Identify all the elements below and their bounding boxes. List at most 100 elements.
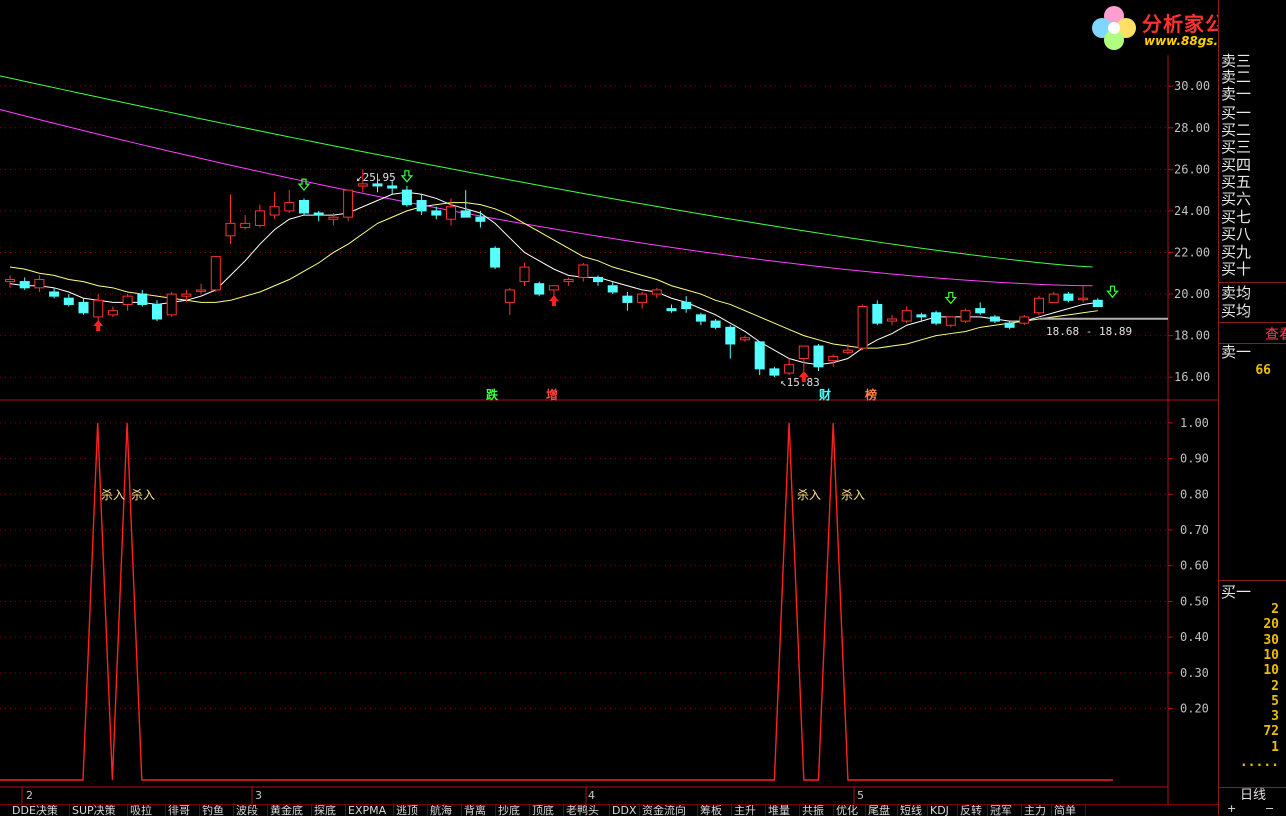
event-marker[interactable]: 榜: [865, 386, 877, 403]
high-price-annotation: ↙25.95: [356, 171, 396, 184]
candle-body: [931, 312, 942, 324]
indicator-tab[interactable]: 冠军: [988, 805, 1022, 816]
candle-body: [960, 310, 971, 322]
candle-body: [578, 264, 589, 278]
candle-body: [5, 279, 15, 283]
candle-body: [740, 337, 750, 341]
candle-body: [989, 316, 1000, 322]
indicator-tab[interactable]: DDE决策: [10, 805, 70, 816]
indicator-tick-label: 0.40: [1180, 630, 1209, 644]
indicator-tick-label: 0.50: [1180, 594, 1209, 608]
indicator-tab[interactable]: 简单: [1052, 805, 1086, 816]
candle-body: [975, 308, 986, 314]
flower-logo-icon: [1092, 6, 1136, 50]
buy-9-label: 买九: [1221, 243, 1252, 261]
candle-body: [254, 210, 265, 226]
indicator-tab[interactable]: 逃顶: [394, 805, 428, 816]
candle-body: [1034, 297, 1044, 314]
candle-body: [945, 316, 956, 326]
indicator-tab[interactable]: 徘哥: [166, 805, 200, 816]
queue-qty: 10: [1263, 647, 1279, 663]
event-marker[interactable]: 增: [546, 386, 558, 403]
ma-fast-line: [9, 191, 1098, 366]
indicator-tab[interactable]: 优化: [834, 805, 866, 816]
candle-body: [784, 364, 795, 374]
candle-body: [328, 216, 339, 220]
indicator-tab[interactable]: 黄金底: [268, 805, 312, 816]
buy-4-label: 买四: [1221, 156, 1252, 174]
indicator-tab[interactable]: 波段: [234, 805, 268, 816]
zoom-in-button[interactable]: +: [1227, 803, 1236, 814]
price-range-annotation: 18.68 - 18.89: [1046, 325, 1133, 338]
queue-qty: 72: [1263, 724, 1279, 740]
candle-body: [887, 318, 897, 322]
candle-body: [534, 283, 545, 295]
candle-body: [813, 345, 824, 368]
queue-qty: 10: [1263, 663, 1279, 679]
indicator-tab[interactable]: 主力: [1022, 805, 1052, 816]
candle-body: [284, 202, 295, 212]
queue-qty: 1: [1271, 739, 1279, 755]
indicator-tab[interactable]: 顶底: [530, 805, 564, 816]
queue-qty: 2: [1271, 602, 1279, 617]
zoom-out-button[interactable]: −: [1265, 803, 1274, 814]
indicator-tick-label: 0.80: [1180, 487, 1209, 501]
indicator-tab[interactable]: 航海: [428, 805, 462, 816]
indicator-tab[interactable]: DDX: [610, 805, 640, 816]
indicator-tab[interactable]: 老鸭头: [564, 805, 610, 816]
indicator-tab[interactable]: 共振: [800, 805, 834, 816]
indicator-tab[interactable]: 探底: [312, 805, 346, 816]
candle-body: [725, 326, 736, 345]
candle-body: [387, 185, 398, 189]
candle-body: [122, 295, 133, 305]
stock-chart-canvas[interactable]: 30.00 28.00 26.00 24.00 22.00 20.00 18.00 16.00…: [0, 0, 1218, 804]
indicator-line: [0, 422, 1113, 781]
candle-body: [357, 183, 368, 187]
price-tick-label: 24.00: [1174, 204, 1210, 218]
indicator-tab-bar: DDE决策 SUP决策 吸拉 徘哥 钓鱼 波段 黄金底 探底 EXPMA 逃顶 航海 背离 抄底 顶底 老鸭…: [0, 804, 1218, 816]
indicator-tab[interactable]: 短线: [898, 805, 928, 816]
candle-body: [681, 301, 692, 310]
indicator-tab[interactable]: KDJ: [928, 805, 958, 816]
queue-qty: .....: [1239, 755, 1279, 770]
queue-qty: 20: [1263, 617, 1279, 633]
event-marker[interactable]: 财: [819, 386, 831, 403]
candle-body: [695, 314, 706, 322]
sell-2-label: 卖二: [1221, 68, 1252, 86]
queue-qty: 30: [1263, 632, 1279, 648]
indicator-tab[interactable]: 堆量: [766, 805, 800, 816]
candle-body: [240, 222, 251, 229]
indicator-tab[interactable]: 背离: [462, 805, 496, 816]
candle-body: [210, 256, 221, 291]
indicator-tab[interactable]: 钓鱼: [200, 805, 234, 816]
indicator-tab[interactable]: 筹板: [698, 805, 732, 816]
candle-body: [431, 210, 442, 216]
signal-label: 杀入: [797, 488, 822, 502]
buy-1-label: 买一: [1221, 104, 1252, 122]
buy-10-label: 买十: [1221, 260, 1252, 278]
indicator-tab[interactable]: EXPMA: [346, 805, 394, 816]
x-axis-label: 4: [588, 789, 595, 802]
indicator-tab[interactable]: 抄底: [496, 805, 530, 816]
candle-body: [769, 368, 780, 376]
candle-body: [798, 345, 809, 360]
indicator-tab[interactable]: 反转: [958, 805, 988, 816]
candle-body: [901, 310, 912, 322]
buy-arrow-icon: [548, 295, 559, 307]
indicator-tab[interactable]: 吸拉: [128, 805, 166, 816]
signal-label: 杀入: [131, 488, 156, 502]
candle-body: [622, 295, 633, 303]
indicator-tab[interactable]: SUP决策: [70, 805, 128, 816]
indicator-tab[interactable]: 主升: [732, 805, 766, 816]
candle-body: [1019, 316, 1030, 324]
event-marker[interactable]: 跌: [486, 386, 498, 403]
indicator-tab[interactable]: 资金流向: [640, 805, 698, 816]
sell-1-label: 卖一: [1221, 85, 1252, 103]
x-axis-label: 5: [857, 789, 864, 802]
indicator-tab[interactable]: 尾盘: [866, 805, 898, 816]
view-button[interactable]: 查看: [1219, 322, 1286, 344]
candle-body: [196, 289, 207, 292]
candle-body: [343, 189, 354, 218]
x-axis-label: 3: [255, 789, 262, 802]
candle-body: [225, 222, 236, 237]
